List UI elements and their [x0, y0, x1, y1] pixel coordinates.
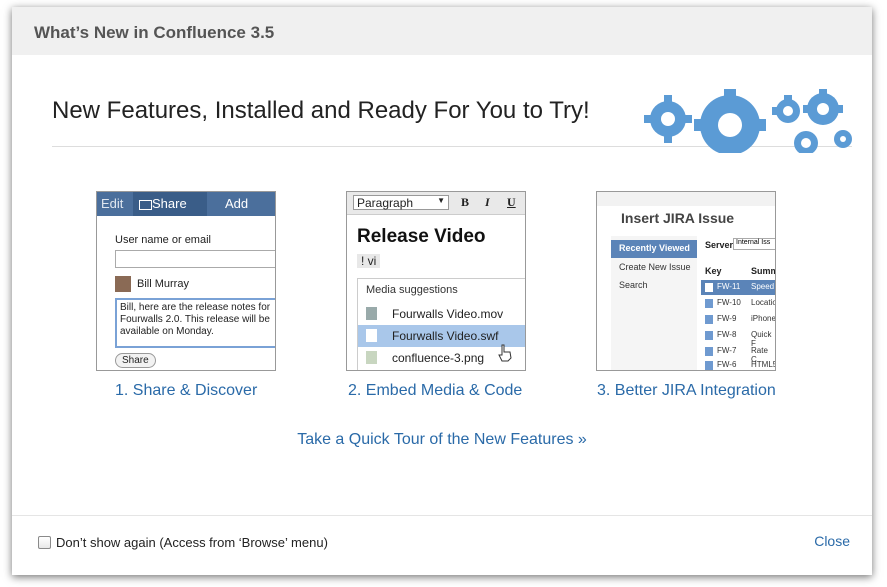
add-menu: Add — [225, 196, 249, 211]
issue-icon — [705, 299, 713, 308]
whats-new-dialog: What’s New in Confluence 3.5 New Feature… — [12, 7, 872, 575]
page-strip — [597, 192, 775, 206]
underline-button: U — [507, 195, 516, 209]
feature-card-share[interactable]: Edit Share Add User name or email Bill M… — [96, 191, 276, 371]
paragraph-select: Paragraph ▼ — [353, 195, 449, 210]
share-mini-button: Share — [115, 353, 156, 368]
film-icon — [366, 307, 377, 320]
avatar — [115, 276, 131, 292]
user-input — [115, 250, 275, 268]
italic-button: I — [485, 195, 490, 209]
features-headline: New Features, Installed and Ready For Yo… — [52, 97, 590, 124]
edit-menu: Edit — [101, 196, 124, 211]
jira-dialog-title: Insert JIRA Issue — [621, 210, 735, 226]
person-name: Bill Murray — [137, 278, 189, 290]
chevron-down-icon: ▼ — [437, 196, 445, 205]
table-row: FW-6 HTML5 — [701, 358, 775, 370]
list-item: Fourwalls Video.mov — [358, 303, 525, 325]
feature-card-media[interactable]: Paragraph ▼ B I U Release Video ! vi Med… — [346, 191, 526, 371]
table-row: FW-8 Quick F — [701, 328, 775, 348]
sidebar-item-create-issue: Create New Issue — [619, 262, 691, 272]
share-panel: User name or email Bill Murray Bill, her… — [107, 220, 275, 370]
issue-icon — [705, 283, 713, 292]
sidebar-item-recently-viewed: Recently Viewed — [619, 243, 690, 253]
quick-tour-link[interactable]: Take a Quick Tour of the New Features » — [12, 431, 872, 449]
page-heading: Release Video — [357, 226, 486, 247]
table-row: FW-11 Speed — [701, 280, 775, 295]
dont-show-checkbox[interactable] — [38, 536, 51, 549]
macro-input: ! vi — [357, 254, 381, 268]
table-row: FW-7 Rate C — [701, 344, 775, 364]
dialog-footer: Don’t show again (Access from ‘Browse’ m… — [12, 515, 872, 576]
film-icon — [366, 329, 377, 342]
bold-button: B — [461, 195, 470, 209]
user-label: User name or email — [115, 234, 211, 246]
dialog-title: What’s New in Confluence 3.5 — [34, 23, 275, 42]
embed-media-screenshot[interactable]: Paragraph ▼ B I U Release Video ! vi Med… — [346, 191, 526, 371]
feature-card-jira[interactable]: Insert JIRA Issue Recently Viewed Create… — [596, 191, 776, 371]
share-discover-screenshot[interactable]: Edit Share Add User name or email Bill M… — [96, 191, 276, 371]
image-file-icon — [366, 351, 377, 364]
dialog-header: What’s New in Confluence 3.5 — [12, 7, 872, 55]
gears-icon — [644, 89, 852, 153]
envelope-icon — [139, 200, 152, 210]
issue-icon — [705, 315, 713, 324]
caption-media[interactable]: 2. Embed Media & Code — [348, 382, 522, 400]
server-label: Server — [705, 240, 734, 250]
column-summary: Summ — [751, 266, 776, 276]
table-row: FW-9 iPhone — [701, 312, 775, 327]
message-text: Bill, here are the release notes for Fou… — [115, 298, 275, 348]
jira-sidebar: Recently Viewed Create New Issue Search — [611, 236, 697, 370]
jira-integration-screenshot[interactable]: Insert JIRA Issue Recently Viewed Create… — [596, 191, 776, 371]
share-tab-label: Share — [152, 196, 187, 211]
issue-icon — [705, 331, 713, 340]
caption-share[interactable]: 1. Share & Discover — [115, 382, 257, 400]
close-link[interactable]: Close — [814, 533, 850, 549]
paragraph-label: Paragraph — [357, 196, 414, 210]
editor-toolbar: Paragraph ▼ B I U — [347, 192, 525, 215]
issue-icon — [705, 361, 713, 370]
table-row: FW-10 Locatio — [701, 296, 775, 311]
column-key: Key — [705, 266, 722, 276]
hand-cursor-icon — [498, 344, 512, 362]
dont-show-label[interactable]: Don’t show again (Access from ‘Browse’ m… — [56, 535, 328, 550]
server-select: Internal Iss — [733, 238, 775, 250]
caption-jira[interactable]: 3. Better JIRA Integration — [597, 382, 776, 400]
issue-icon — [705, 347, 713, 356]
menu-header: Media suggestions — [366, 284, 458, 296]
sidebar-item-search: Search — [619, 280, 648, 290]
